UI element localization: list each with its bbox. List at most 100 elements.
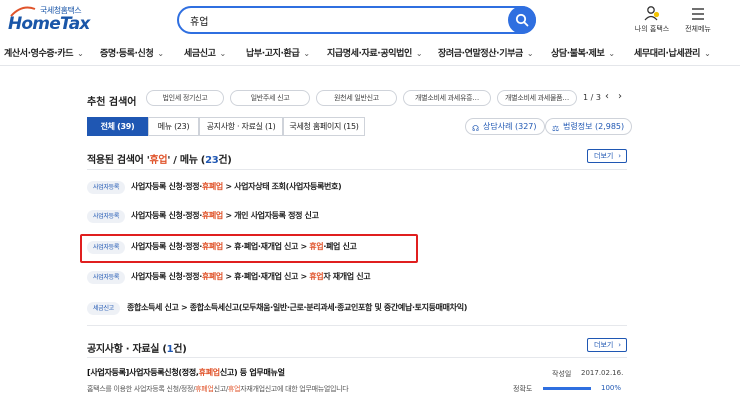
notice-date: 2017.02.16. (581, 369, 624, 377)
title-text: 공지사항 · 자료실 ( (87, 344, 167, 355)
nav-label: 증명·등록·신청 (100, 49, 154, 59)
legal-info-button[interactable]: ⚖ 법령정보 (2,985) (545, 118, 633, 135)
menu-path: 종합소득세 신고 > 종합소득세신고(모두채움·일반·근로·분리과세·종교인포함… (127, 302, 467, 313)
nav-item-payment[interactable]: 납부·고지·환급 ⌄ (246, 46, 310, 59)
chevron-right-icon: › (618, 341, 621, 349)
annotation-highlight-box (80, 234, 418, 263)
search-input[interactable]: 휴업 (190, 13, 208, 28)
notice-date-label: 작성일 (552, 370, 572, 378)
nav-item-certificates[interactable]: 증명·등록·신청 ⌄ (100, 46, 164, 59)
accuracy-label: 정확도 (513, 385, 533, 393)
notice-text: [사업자등록]사업자등록신청(정정, (87, 368, 199, 377)
menu-result-row[interactable]: 세금신고 종합소득세 신고 > 종합소득세신고(모두채움·일반·근로·분리과세·… (87, 299, 627, 319)
recommended-chip[interactable]: 개별소비세 과세물품… (497, 90, 577, 106)
recommended-title: 추천 검색어 (87, 97, 137, 108)
chevron-down-icon: ⌄ (526, 49, 534, 58)
menu-result-row[interactable]: 사업자등록 사업자등록 신청·정정·휴폐업 > 개인 사업자등록 정정 신고 (87, 207, 627, 227)
logo-title: HomeTax (8, 14, 90, 34)
menu-more-button[interactable]: 더보기 › (587, 149, 627, 163)
tab-nts-homepage[interactable]: 국세청 홈페이지 (15) (283, 117, 365, 136)
tab-notices[interactable]: 공지사항 · 자료실 (1) (199, 117, 283, 136)
search-bar[interactable]: 휴업 (177, 6, 536, 34)
notice-text: 신고) 등 업무매뉴얼 (219, 368, 285, 377)
search-icon (515, 13, 529, 27)
notice-section-title: 공지사항 · 자료실 (1건) (87, 340, 187, 355)
notice-keyword: 휴업 (227, 385, 241, 393)
chevron-down-icon: ⌄ (608, 49, 615, 58)
category-badge: 사업자등록 (87, 210, 126, 223)
tab-menu[interactable]: 메뉴 (23) (148, 117, 199, 136)
notice-text: 홈택스를 이용한 사업자등록 신청/정정/ (87, 385, 196, 393)
title-count: 23 (205, 155, 219, 166)
recommended-chip[interactable]: 개별소비세 과세유흥… (403, 90, 491, 106)
title-text: 적용된 검색어 ' (87, 155, 150, 166)
consultation-cases-button[interactable]: ☊ 상담사례 (327) (465, 118, 545, 135)
menu-result-row[interactable]: 사업자등록 사업자등록 신청·정정·휴폐업 > 사업자상태 조회(사업자등록번호… (87, 178, 627, 198)
menu-result-row[interactable]: 사업자등록 사업자등록 신청·정정·휴폐업 > 휴·폐업·재개업 신고 > 휴업… (87, 268, 627, 288)
recommended-page-indicator: 1 / 3 (583, 93, 601, 102)
nav-label: 장려금·연말정산·기부금 (438, 49, 523, 59)
hamburger-menu-icon (692, 8, 704, 20)
recommended-chip[interactable]: 원천세 일반신고 (316, 90, 397, 106)
path-keyword: 휴업 (309, 272, 324, 281)
tab-all[interactable]: 전체 (39) (87, 117, 148, 136)
notice-text: 자재개업신고에 대한 업무매뉴얼입니다 (240, 385, 349, 393)
chevron-down-icon: ⌄ (303, 49, 310, 58)
nav-label: 납부·고지·환급 (246, 49, 300, 59)
notice-item-description: 홈택스를 이용한 사업자등록 신청/정정/휴폐업신고/휴업자재개업신고에 대한 … (87, 384, 349, 394)
path-text: 사업자등록 신청·정정· (131, 272, 202, 281)
nav-label: 상담·불복·제보 (551, 49, 605, 59)
accuracy-bar (543, 387, 591, 390)
all-menu-button[interactable]: 전체메뉴 (673, 5, 723, 34)
nav-item-consulting[interactable]: 상담·불복·제보 ⌄ (551, 46, 615, 59)
category-badge: 사업자등록 (87, 181, 126, 194)
path-text: 사업자등록 신청·정정· (131, 211, 202, 220)
notice-keyword: 휴폐업 (198, 368, 220, 377)
menu-section-title: 적용된 검색어 '휴업' / 메뉴 (23건) (87, 151, 232, 166)
nav-item-invoices[interactable]: 계산서·영수증·카드 ⌄ (4, 46, 84, 59)
more-label: 더보기 (594, 152, 614, 160)
nav-item-tax-return[interactable]: 세금신고 ⌄ (184, 46, 226, 59)
category-badge: 세금신고 (87, 302, 120, 315)
search-button[interactable] (508, 6, 536, 34)
chevron-down-icon: ⌄ (157, 49, 164, 58)
my-hometax-button[interactable]: 나의 홈택스 (627, 5, 677, 34)
notice-more-button[interactable]: 더보기 › (587, 338, 627, 352)
notice-item-title[interactable]: [사업자등록]사업자등록신청(정정,휴폐업신고) 등 업무매뉴얼 (87, 367, 285, 378)
path-text: > 개인 사업자등록 정정 신고 (222, 211, 319, 220)
title-text: 건) (173, 344, 187, 355)
pill-label: 법령정보 (2,985) (563, 122, 625, 131)
path-text: 종합소득세 신고 > 종합소득세신고(모두채움·일반·근로·분리과세·종교인포함… (127, 303, 468, 312)
chevron-down-icon: ⌄ (704, 49, 711, 58)
chevron-left-icon[interactable]: ‹ (605, 91, 609, 102)
path-text: 자 재개업 신고 (323, 272, 371, 281)
path-keyword: 휴폐업 (201, 211, 223, 220)
nav-label: 세금신고 (184, 49, 216, 59)
notice-keyword: 휴폐업 (195, 385, 214, 393)
recommended-chip[interactable]: 일반주세 신고 (230, 90, 310, 106)
category-badge: 사업자등록 (87, 271, 126, 284)
user-bell-icon (644, 6, 660, 21)
chevron-down-icon: ⌄ (415, 49, 423, 58)
nav-item-tax-agent[interactable]: 세무대리·납세관리 ⌄ (634, 46, 711, 59)
path-keyword: 휴폐업 (201, 272, 223, 281)
nav-label: 계산서·영수증·카드 (4, 49, 74, 59)
path-keyword: 휴폐업 (201, 182, 223, 191)
all-menu-label: 전체메뉴 (685, 25, 711, 33)
notice-text: 신고/ (213, 385, 229, 393)
chevron-right-icon[interactable]: › (618, 91, 622, 102)
divider (87, 357, 627, 358)
nav-item-incentives[interactable]: 장려금·연말정산·기부금 ⌄ (438, 46, 534, 59)
hometax-logo[interactable]: 국세청홈택스 HomeTax (6, 4, 90, 34)
chevron-right-icon: › (618, 152, 621, 160)
more-label: 더보기 (594, 341, 614, 349)
title-text: ' / 메뉴 ( (167, 155, 206, 166)
divider (87, 325, 627, 326)
recommended-chip[interactable]: 법인세 정기신고 (146, 90, 224, 106)
nav-item-statements[interactable]: 지급명세·자료·공익법인 ⌄ (327, 46, 423, 59)
menu-path: 사업자등록 신청·정정·휴폐업 > 휴·폐업·재개업 신고 > 휴업자 재개업 … (131, 271, 371, 282)
nav-label: 지급명세·자료·공익법인 (327, 49, 412, 59)
headset-icon: ☊ (472, 124, 480, 133)
menu-path: 사업자등록 신청·정정·휴폐업 > 개인 사업자등록 정정 신고 (131, 210, 319, 221)
nav-label: 세무대리·납세관리 (634, 49, 701, 59)
